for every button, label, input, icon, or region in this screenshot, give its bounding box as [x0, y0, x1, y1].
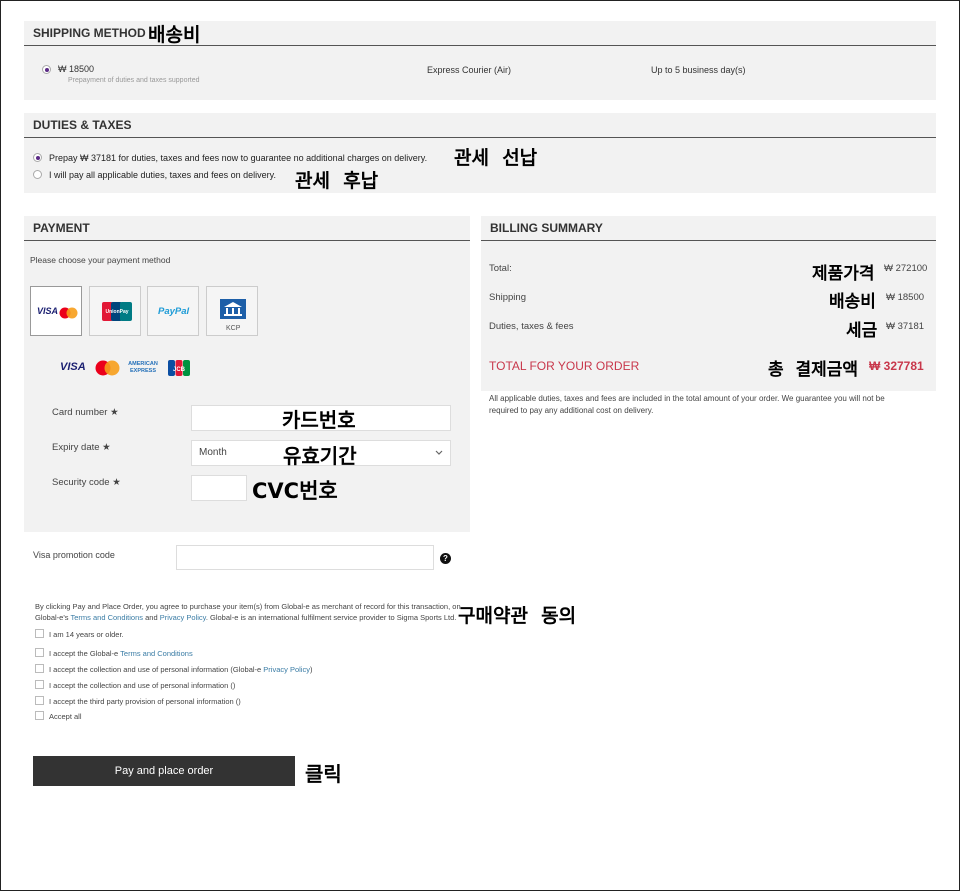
- order-button-annotation: 클릭: [305, 762, 342, 786]
- collect-info-label: I accept the collection and use of perso…: [49, 665, 312, 674]
- terms-link[interactable]: Terms and Conditions: [70, 613, 143, 622]
- billing-shipping-value: ₩ 18500: [886, 292, 925, 303]
- unionpay-logo-icon: UnionPay: [102, 302, 132, 321]
- shipping-eta: Up to 5 business day(s): [651, 65, 746, 75]
- collect-info-checkbox[interactable]: [35, 664, 44, 673]
- order-total-annotation: 총 결제금액: [768, 360, 859, 380]
- duties-prepay-annotation: 관세 선납: [454, 147, 538, 169]
- amex-brand-line2: EXPRESS: [130, 368, 156, 374]
- amex-brand-icon: AMERICAN EXPRESS: [126, 361, 160, 375]
- payment-instruction: Please choose your payment method: [30, 255, 171, 265]
- card-number-label: Card number ★: [52, 407, 119, 418]
- unionpay-logo-text: UnionPay: [105, 309, 128, 315]
- shipping-radio[interactable]: [42, 65, 51, 74]
- pay-button-label: Pay and place order: [114, 765, 214, 777]
- jcb-brand-icon: JCB: [168, 360, 190, 376]
- accept-all-checkbox[interactable]: [35, 711, 44, 720]
- accept-all-label: Accept all: [49, 712, 82, 721]
- billing-shipping-label: Shipping: [489, 292, 526, 303]
- kcp-label: KCP: [226, 325, 241, 332]
- accept-tc-link[interactable]: Terms and Conditions: [120, 649, 193, 658]
- chevron-down-icon: [434, 449, 444, 457]
- billing-disclaimer-line2: required to pay any additional cost on d…: [489, 406, 654, 415]
- collect-info-prefix: I accept the collection and use of perso…: [49, 665, 264, 674]
- privacy-policy-link[interactable]: Privacy Policy: [160, 613, 206, 622]
- duties-prepay-label: Prepay ₩ 37181 for duties, taxes and fee…: [49, 153, 428, 163]
- paypal-logo-icon: PayPal: [158, 306, 190, 317]
- duties-prepay-radio[interactable]: [33, 153, 42, 162]
- accept-tc-checkbox[interactable]: [35, 648, 44, 657]
- expiry-annotation: 유효기간: [283, 444, 357, 468]
- payment-method-unionpay[interactable]: UnionPay: [89, 286, 141, 336]
- collect-info-suffix: ): [309, 665, 313, 674]
- terms-text-line1: By clicking Pay and Place Order, you agr…: [35, 602, 461, 611]
- security-code-label: Security code ★: [52, 477, 121, 488]
- shipping-price: ₩ 18500: [58, 64, 95, 74]
- payment-method-paypal[interactable]: PayPal: [147, 286, 199, 336]
- billing-total-value: ₩ 272100: [884, 263, 928, 274]
- security-code-input[interactable]: [191, 475, 247, 501]
- shipping-carrier: Express Courier (Air): [427, 65, 512, 75]
- duties-title: DUTIES & TAXES: [24, 113, 936, 138]
- amex-brand-line1: AMERICAN: [128, 361, 158, 367]
- duties-later-label: I will pay all applicable duties, taxes …: [49, 170, 276, 180]
- promo-code-input[interactable]: [176, 545, 434, 570]
- card-number-annotation: 카드번호: [282, 408, 356, 432]
- help-icon[interactable]: ?: [440, 553, 451, 564]
- billing-summary-title: BILLING SUMMARY: [481, 216, 936, 241]
- jcb-brand-text: JCB: [173, 367, 186, 373]
- shipping-note: Prepayment of duties and taxes supported: [68, 77, 200, 84]
- order-total-value: ₩ 327781: [869, 359, 924, 373]
- collect-info-2-checkbox[interactable]: [35, 680, 44, 689]
- order-total-label: TOTAL FOR YOUR ORDER: [489, 359, 640, 373]
- billing-total-label: Total:: [489, 263, 512, 274]
- payment-title: PAYMENT: [24, 216, 470, 241]
- terms-text-line2: Global-e's Terms and Conditions and Priv…: [35, 613, 456, 622]
- expiry-date-label: Expiry date ★: [52, 442, 111, 453]
- collect-info-2-label: I accept the collection and use of perso…: [49, 681, 236, 690]
- terms-annotation: 구매약관 동의: [458, 605, 577, 627]
- pay-and-place-order-button[interactable]: Pay and place order: [33, 756, 295, 786]
- payment-method-kcp[interactable]: KCP: [206, 286, 258, 336]
- expiry-month-value: Month: [199, 447, 227, 458]
- visa-brand-icon: VISA: [60, 361, 86, 373]
- mastercard-brand-icon: [95, 360, 121, 376]
- visa-logo-icon: VISA: [37, 306, 59, 316]
- third-party-checkbox[interactable]: [35, 696, 44, 705]
- mastercard-logo-icon: [59, 306, 79, 319]
- bank-building-icon: [220, 299, 246, 319]
- promo-code-label: Visa promotion code: [33, 550, 115, 560]
- security-annotation: CVC번호: [252, 479, 338, 503]
- payment-method-visa-mastercard[interactable]: VISA: [30, 286, 82, 336]
- duties-later-annotation: 관세 후납: [295, 170, 379, 192]
- terms-text-prefix: Global-e's: [35, 613, 71, 622]
- collect-info-link[interactable]: Privacy Policy: [263, 665, 310, 674]
- age-checkbox[interactable]: [35, 629, 44, 638]
- terms-text-and: and: [143, 613, 160, 622]
- billing-duties-label: Duties, taxes & fees: [489, 321, 574, 332]
- accept-tc-prefix: I accept the Global-e: [49, 649, 121, 658]
- billing-disclaimer-line1: All applicable duties, taxes and fees ar…: [489, 394, 885, 403]
- third-party-label: I accept the third party provision of pe…: [49, 697, 241, 706]
- billing-shipping-annotation: 배송비: [829, 292, 876, 312]
- billing-duties-value: ₩ 37181: [886, 321, 925, 332]
- shipping-annotation: 배송비: [148, 24, 201, 46]
- terms-text-suffix: . Global-e is an international fulfilmen…: [205, 613, 457, 622]
- age-checkbox-label: I am 14 years or older.: [49, 630, 124, 639]
- accept-tc-label: I accept the Global-e Terms and Conditio…: [49, 649, 193, 658]
- billing-total-annotation: 제품가격: [812, 264, 875, 284]
- duties-later-radio[interactable]: [33, 170, 42, 179]
- billing-duties-annotation: 세금: [846, 321, 878, 341]
